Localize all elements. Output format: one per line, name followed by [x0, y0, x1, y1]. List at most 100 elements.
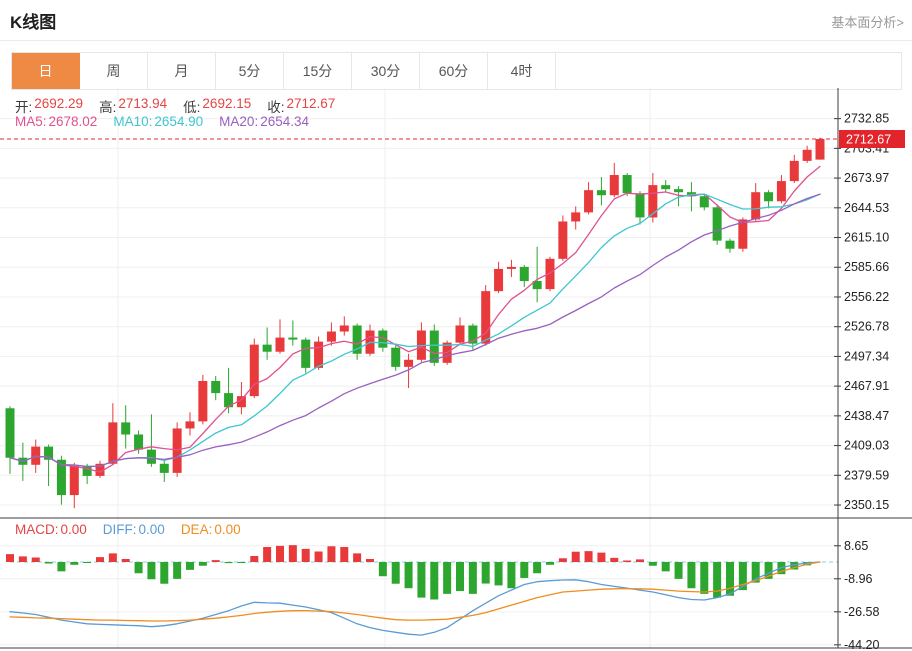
macd-bar — [559, 558, 567, 562]
candle-body — [263, 345, 272, 352]
candle-body — [160, 464, 169, 473]
price-tick-label: 2556.22 — [844, 290, 889, 304]
candle-body — [147, 450, 156, 464]
macd-bar — [379, 562, 387, 576]
macd-bar — [83, 562, 91, 563]
candle-body — [623, 175, 632, 193]
candle-body — [314, 342, 323, 368]
candle-body — [815, 139, 824, 160]
candle-body — [198, 381, 207, 421]
macd-bar — [585, 551, 593, 562]
macd-tick-label: -8.96 — [844, 572, 873, 586]
candle-body — [121, 422, 130, 434]
macd-bar — [70, 562, 78, 565]
price-tick-label: 2350.15 — [844, 498, 889, 512]
candle-body — [777, 181, 786, 201]
macd-bar — [520, 562, 528, 578]
macd-bar — [96, 557, 104, 562]
candle-body — [31, 447, 40, 465]
candle-body — [597, 190, 606, 195]
candle-body — [173, 428, 182, 472]
candle-body — [635, 193, 644, 217]
macd-bar — [610, 558, 618, 562]
readout-pair: 低:2692.15 — [183, 96, 251, 116]
macd-bar — [57, 562, 65, 571]
readout-pair: MA20:2654.34 — [219, 114, 309, 129]
kline-page: { "header": { "title": "K线图", "link_labe… — [0, 0, 912, 651]
ma10-line — [10, 194, 820, 467]
candle-body — [455, 325, 464, 342]
macd-bar — [726, 562, 734, 596]
readout-pair: DEA:0.00 — [181, 522, 241, 537]
price-tick-label: 2438.47 — [844, 409, 889, 423]
candle-body — [275, 338, 284, 352]
macd-bar — [456, 562, 464, 591]
macd-bar — [147, 562, 155, 579]
macd-bar — [430, 562, 438, 599]
macd-bar — [366, 559, 374, 562]
ma-readout: MA5:2678.02MA10:2654.90MA20:2654.34 — [15, 114, 309, 129]
readout-pair: MACD:0.00 — [15, 522, 87, 537]
candle-body — [751, 192, 760, 219]
price-tick-label: 2497.34 — [844, 349, 889, 363]
macd-bar — [315, 552, 323, 562]
macd-bar — [713, 562, 721, 598]
macd-readout: MACD:0.00DIFF:0.00DEA:0.00 — [15, 522, 241, 537]
macd-bar — [443, 562, 451, 594]
macd-bar — [276, 546, 284, 562]
candle-body — [584, 190, 593, 212]
readout-pair: 收:2712.67 — [267, 96, 335, 116]
candle-body — [648, 185, 657, 217]
macd-tick-label: -26.58 — [844, 605, 879, 619]
last-price-label: 2712.67 — [846, 133, 891, 147]
ma5-line — [10, 166, 820, 472]
macd-bar — [649, 562, 657, 566]
candle-body — [610, 175, 619, 195]
candle-body — [558, 221, 567, 258]
readout-pair: MA5:2678.02 — [15, 114, 97, 129]
macd-bar — [507, 562, 515, 588]
candle-body — [571, 212, 580, 221]
candle-body — [83, 466, 92, 476]
macd-bar — [225, 562, 233, 563]
candle-body — [70, 466, 79, 495]
candle-body — [713, 207, 722, 240]
macd-bar — [533, 562, 541, 573]
candle-body — [674, 189, 683, 192]
macd-bar — [482, 562, 490, 584]
price-tick-label: 2673.97 — [844, 171, 889, 185]
candle-body — [661, 185, 670, 189]
candle-body — [803, 150, 812, 161]
candle-body — [108, 422, 117, 463]
macd-bar — [32, 558, 40, 562]
macd-bar — [186, 562, 194, 570]
macd-bar — [597, 553, 605, 562]
candle-body — [6, 408, 15, 457]
candle-body — [520, 267, 529, 281]
candle-body — [327, 332, 336, 342]
macd-bar — [417, 562, 425, 598]
candle-body — [288, 338, 297, 340]
macd-bar — [662, 562, 670, 571]
macd-bar — [340, 547, 348, 562]
macd-bar — [160, 562, 168, 584]
candle-body — [764, 192, 773, 201]
price-tick-label: 2644.53 — [844, 201, 889, 215]
macd-bar — [546, 562, 554, 565]
macd-bar — [6, 554, 14, 562]
macd-tick-label: -44.20 — [844, 638, 879, 651]
candle-body — [134, 435, 143, 450]
macd-bar — [263, 547, 271, 562]
macd-bar — [302, 549, 310, 562]
diff-line — [10, 562, 820, 635]
price-tick-label: 2615.10 — [844, 231, 889, 245]
candle-body — [340, 325, 349, 331]
macd-bar — [623, 561, 631, 562]
candle-body — [185, 421, 194, 428]
macd-bar — [327, 546, 335, 562]
price-tick-label: 2526.78 — [844, 320, 889, 334]
candle-body — [494, 269, 503, 291]
macd-bar — [572, 552, 580, 562]
candle-body — [391, 348, 400, 367]
macd-bar — [109, 553, 117, 562]
